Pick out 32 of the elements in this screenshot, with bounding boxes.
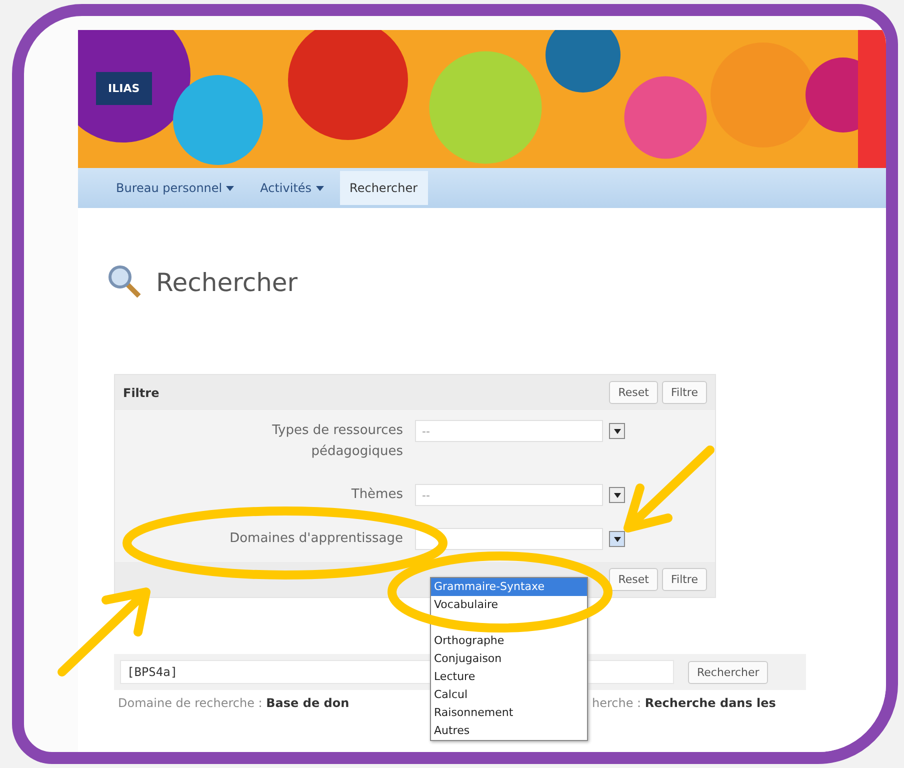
nav-tab[interactable]: Activités (250, 171, 334, 205)
search-button[interactable]: Rechercher (688, 660, 768, 684)
dropdown-option[interactable]: Raisonnement (431, 704, 587, 722)
page-title: Rechercher (156, 268, 298, 296)
dropdown-option[interactable]: Vocabulaire (431, 596, 587, 614)
field-label: Types de ressources pédagogiques (271, 422, 403, 461)
panel-title: Filtre (123, 386, 160, 400)
panel-button[interactable]: Reset (609, 568, 658, 591)
dropdown-option[interactable]: Orthographe (431, 632, 587, 650)
search-info: herche : Recherche dans les (592, 696, 777, 710)
logo[interactable]: ILIAS (96, 72, 152, 105)
search-icon (108, 265, 142, 299)
caret-icon (614, 536, 620, 542)
dropdown-button[interactable] (609, 487, 625, 503)
dropdown-option[interactable]: Grammaire-Syntaxe (431, 578, 587, 596)
caret-icon (614, 428, 620, 434)
nav-tab[interactable]: Bureau personnel (106, 171, 244, 205)
dropdown-option[interactable]: Calcul (431, 686, 587, 704)
panel-button[interactable]: Reset (609, 381, 658, 404)
dropdown-button[interactable] (609, 531, 625, 547)
panel-button[interactable]: Filtre (662, 381, 707, 404)
dropdown-option[interactable]: Autres (431, 722, 587, 740)
panel-button[interactable]: Filtre (662, 568, 707, 591)
dropdown-button[interactable] (609, 423, 625, 439)
nav-tab[interactable]: Rechercher (340, 171, 428, 205)
field-label: Domaines d'apprentissage (230, 530, 403, 548)
field-label: Thèmes (351, 486, 403, 504)
dropdown-option[interactable]: Conjugaison (431, 650, 587, 668)
caret-icon (614, 492, 620, 498)
search-info: Domaine de recherche : Base de don (118, 696, 350, 710)
dropdown-option[interactable]: Lecture (431, 668, 587, 686)
select-field[interactable] (415, 528, 603, 550)
